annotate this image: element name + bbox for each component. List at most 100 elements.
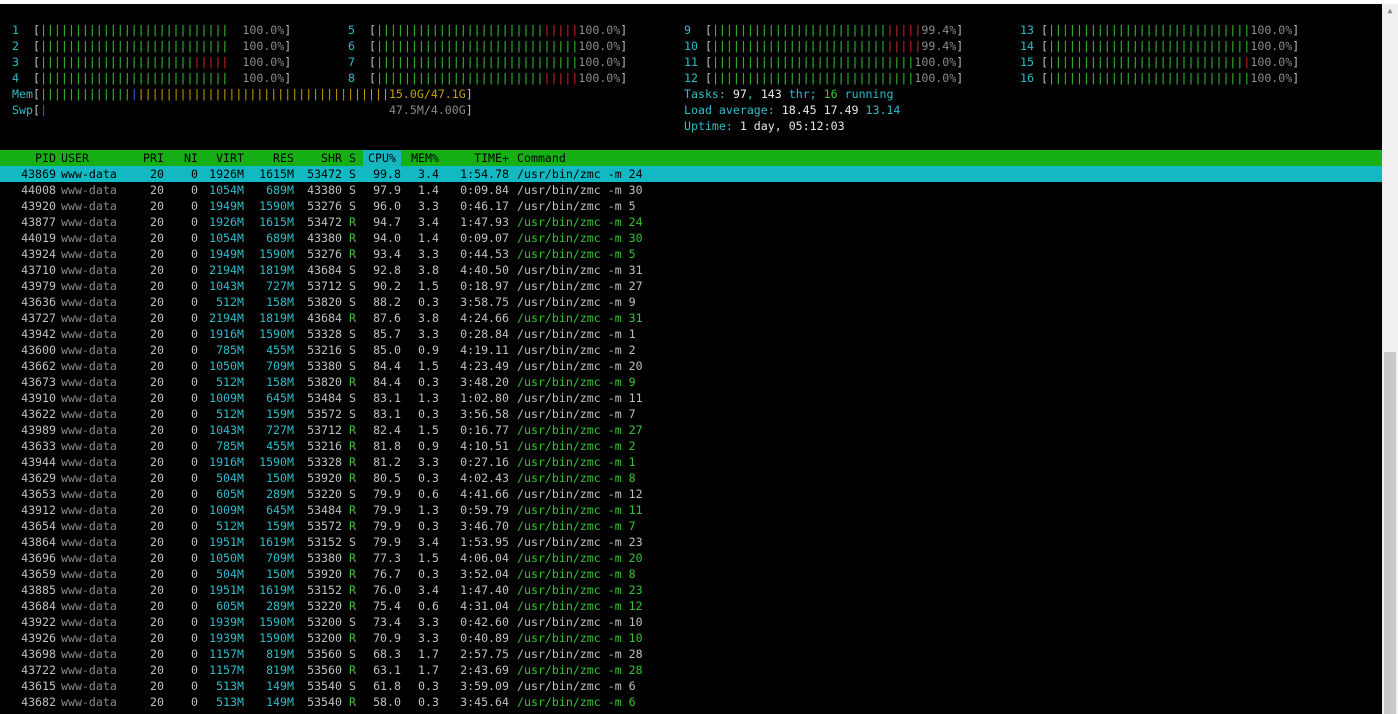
cpu-id: 12 [684, 71, 705, 85]
cell-time: 3:46.70 [460, 519, 509, 533]
process-row[interactable]: 43926 www-data 20 0 1939M 1590M 53200 R 70.9 3.3 0… [0, 630, 1382, 646]
process-row[interactable]: 43653 www-data 20 0 605M 289M 53220 S 79.9 0.6 4:4… [0, 486, 1382, 502]
column-header-time[interactable]: TIME+ [447, 150, 509, 166]
cpu-id: 5 [348, 23, 369, 37]
process-row[interactable]: 43989 www-data 20 0 1043M 727M 53712 R 82.4 1.5 0:… [0, 422, 1382, 438]
cell-mem: 0.3 [418, 471, 439, 485]
cell-mem: 1.4 [418, 231, 439, 245]
process-row[interactable]: 43622 www-data 20 0 512M 159M 53572 S 83.1 0.3 3:5… [0, 406, 1382, 422]
process-table-header[interactable]: PID USER PRI NI VIRT RES SHR S CPU% MEM% TIME+ Comm… [0, 150, 1382, 166]
cell-cpu: 88.2 [373, 295, 401, 309]
cell-shr: 53152 [307, 583, 342, 597]
cell-ni: 0 [191, 551, 198, 565]
process-row[interactable]: 43659 www-data 20 0 504M 150M 53920 R 76.7 0.3 3:5… [0, 566, 1382, 582]
process-row[interactable]: 43910 www-data 20 0 1009M 645M 53484 S 83.1 1.3 1:… [0, 390, 1382, 406]
cell-ni: 0 [191, 183, 198, 197]
process-row[interactable]: 43615 www-data 20 0 513M 149M 53540 S 61.8 0.3 3:5… [0, 678, 1382, 694]
cell-time: 1:02.80 [460, 391, 509, 405]
selected-process-row[interactable]: 43869 www-data 20 0 1926M 1615M 53472 S 99.8 3.4 1… [0, 166, 1382, 182]
cell-pid: 43920 [21, 199, 56, 213]
cpu-percent: 100.0% [914, 71, 957, 85]
process-row[interactable]: 43864 www-data 20 0 1951M 1619M 53152 S 79.9 3.4 1… [0, 534, 1382, 550]
cell-ni: 0 [191, 663, 198, 677]
process-row[interactable]: 43877 www-data 20 0 1926M 1615M 53472 R 94.7 3.4 1… [0, 214, 1382, 230]
process-row[interactable]: 43912 www-data 20 0 1009M 645M 53484 R 79.9 1.3 0:… [0, 502, 1382, 518]
column-header-cpu[interactable]: CPU% [363, 150, 401, 166]
cpu-meter: 8 [|||||||||||||||||||||||||||||100.0%] [348, 71, 628, 85]
column-header-pid[interactable]: PID [12, 150, 56, 166]
cell-res: 727M [266, 279, 294, 293]
process-row[interactable]: 43662 www-data 20 0 1050M 709M 53380 S 84.4 1.5 4:… [0, 358, 1382, 374]
process-row[interactable]: 43654 www-data 20 0 512M 159M 53572 R 79.9 0.3 3:4… [0, 518, 1382, 534]
column-header-ni[interactable]: NI [180, 150, 198, 166]
process-row[interactable]: 43942 www-data 20 0 1916M 1590M 53328 S 85.7 3.3 0… [0, 326, 1382, 342]
cell-time: 1:47.40 [460, 583, 509, 597]
cell-cpu: 79.9 [373, 519, 401, 533]
cell-cpu: 80.5 [373, 471, 401, 485]
process-row[interactable]: 43924 www-data 20 0 1949M 1590M 53276 R 93.4 3.3 0… [0, 246, 1382, 262]
cell-shr: 53712 [307, 279, 342, 293]
column-header-s[interactable]: S [346, 150, 356, 166]
cell-shr: 53712 [307, 423, 342, 437]
cell-ni: 0 [191, 471, 198, 485]
process-row[interactable]: 43710 www-data 20 0 2194M 1819M 43684 S 92.8 3.8 4… [0, 262, 1382, 278]
cell-res: 727M [266, 423, 294, 437]
cell-time: 4:40.50 [460, 263, 509, 277]
cpu-bar-user: ||||||||||||||||||||||||| [711, 39, 887, 53]
cpu-meter: 12 [|||||||||||||||||||||||||||||100.0%] [684, 71, 964, 85]
cell-pid: 43673 [21, 375, 56, 389]
cell-res: 149M [266, 695, 294, 709]
cell-virt: 1157M [209, 663, 244, 677]
process-row[interactable]: 43698 www-data 20 0 1157M 819M 53560 S 68.3 1.7 2:… [0, 646, 1382, 662]
column-header-user[interactable]: USER [61, 150, 131, 166]
column-header-virt[interactable]: VIRT [198, 150, 244, 166]
cell-mem: 3.8 [418, 311, 439, 325]
process-row[interactable]: 43696 www-data 20 0 1050M 709M 53380 R 77.3 1.5 4:… [0, 550, 1382, 566]
process-row[interactable]: 43684 www-data 20 0 605M 289M 53220 R 75.4 0.6 4:3… [0, 598, 1382, 614]
cell-time: 3:48.20 [460, 375, 509, 389]
process-row[interactable]: 43727 www-data 20 0 2194M 1819M 43684 R 87.6 3.8 4… [0, 310, 1382, 326]
cpu-bar-user: |||||||||||||||||||||||| [375, 71, 544, 85]
cell-res: 645M [266, 503, 294, 517]
column-header-shr[interactable]: SHR [292, 150, 342, 166]
cell-command: /usr/bin/zmc -m 9 [517, 295, 636, 309]
cell-user: www-data [61, 439, 117, 453]
column-header-res[interactable]: RES [246, 150, 294, 166]
process-row[interactable]: 43922 www-data 20 0 1939M 1590M 53200 S 73.4 3.3 0… [0, 614, 1382, 630]
process-row[interactable]: 44008 www-data 20 0 1054M 689M 43380 S 97.9 1.4 0:… [0, 182, 1382, 198]
cell-shr: 53484 [307, 391, 342, 405]
cell-user: www-data [61, 327, 117, 341]
column-header-mem[interactable]: MEM% [405, 150, 439, 166]
process-row[interactable]: 44019 www-data 20 0 1054M 689M 43380 R 94.0 1.4 0:… [0, 230, 1382, 246]
process-row[interactable]: 43722 www-data 20 0 1157M 819M 53560 R 63.1 1.7 2:… [0, 662, 1382, 678]
terminal-window[interactable]: 1 [||||||||||||||||||||||||||| 100.0%] 2 … [0, 4, 1382, 714]
cell-pid: 43944 [21, 455, 56, 469]
cpu-percent: 100.0% [578, 39, 621, 53]
process-row[interactable]: 43682 www-data 20 0 513M 149M 53540 R 58.0 0.3 3:4… [0, 694, 1382, 710]
cpu-meter: 5 [|||||||||||||||||||||||||||||100.0%] [348, 23, 628, 37]
cell-mem: 3.3 [418, 455, 439, 469]
cell-command: /usr/bin/zmc -m 6 [517, 695, 636, 709]
column-header-command[interactable]: Command [517, 150, 917, 166]
process-row[interactable]: 43633 www-data 20 0 785M 455M 53216 R 81.8 0.9 4:1… [0, 438, 1382, 454]
process-row[interactable]: 43636 www-data 20 0 512M 158M 53820 S 88.2 0.3 3:5… [0, 294, 1382, 310]
scroll-up-arrow-icon[interactable]: ▲ [1382, 4, 1398, 18]
cell-shr: 53920 [307, 471, 342, 485]
process-row[interactable]: 43920 www-data 20 0 1949M 1590M 53276 S 96.0 3.3 0… [0, 198, 1382, 214]
cell-time: 0:27.16 [460, 455, 509, 469]
process-row[interactable]: 43979 www-data 20 0 1043M 727M 53712 S 90.2 1.5 0:… [0, 278, 1382, 294]
cell-cpu: 79.9 [373, 503, 401, 517]
scrollbar-thumb[interactable] [1384, 352, 1396, 714]
process-row[interactable]: 43944 www-data 20 0 1916M 1590M 53328 R 81.2 3.3 0… [0, 454, 1382, 470]
process-row[interactable]: 43673 www-data 20 0 512M 158M 53820 R 84.4 0.3 3:4… [0, 374, 1382, 390]
column-header-pri[interactable]: PRI [140, 150, 164, 166]
cell-user: www-data [61, 615, 117, 629]
process-row[interactable]: 43885 www-data 20 0 1951M 1619M 53152 R 76.0 3.4 1… [0, 582, 1382, 598]
process-row[interactable]: 43600 www-data 20 0 785M 455M 53216 S 85.0 0.9 4:1… [0, 342, 1382, 358]
cell-pri: 20 [150, 471, 164, 485]
cell-mem: 1.4 [418, 183, 439, 197]
cell-time: 0:46.17 [460, 199, 509, 213]
cell-mem: 3.4 [418, 167, 439, 181]
cell-command: /usr/bin/zmc -m 7 [517, 519, 636, 533]
process-row[interactable]: 43629 www-data 20 0 504M 150M 53920 R 80.5 0.3 4:0… [0, 470, 1382, 486]
